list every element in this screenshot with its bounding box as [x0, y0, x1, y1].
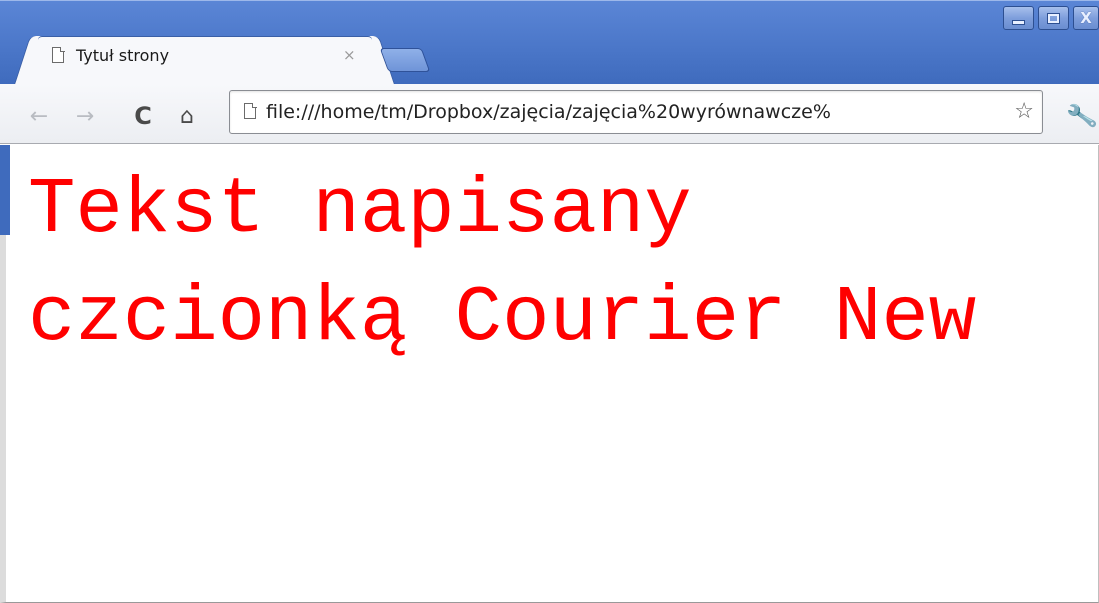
back-button[interactable]: ←	[26, 103, 52, 129]
minimize-icon	[1012, 19, 1025, 25]
tab-title[interactable]: Tytuł strony	[76, 46, 169, 65]
forward-button[interactable]: →	[72, 103, 98, 129]
reload-icon: C	[134, 102, 152, 130]
wrench-icon[interactable]: 🔧	[1065, 100, 1099, 133]
page-icon	[244, 102, 257, 119]
address-bar[interactable]: file:///home/tm/Dropbox/zajęcia/zajęcia%…	[229, 90, 1043, 134]
page-text-line-2: czcionką Courier New	[28, 273, 977, 363]
page-text: Tekst napisany czcionką Courier New	[28, 156, 1088, 372]
home-icon: ⌂	[180, 103, 194, 129]
new-tab-button[interactable]	[379, 48, 431, 72]
page-icon	[52, 46, 65, 63]
minimize-button[interactable]	[1003, 6, 1034, 30]
browser-window: X Tytuł strony × ← → C ⌂ file:///home/tm…	[0, 0, 1099, 603]
close-window-button[interactable]: X	[1073, 6, 1099, 30]
forward-arrow-icon: →	[75, 103, 95, 129]
window-edge	[0, 145, 10, 235]
home-button[interactable]: ⌂	[174, 103, 200, 129]
tab-close-icon[interactable]: ×	[343, 46, 356, 64]
window-controls: X	[1003, 6, 1099, 30]
star-icon[interactable]: ☆	[1014, 99, 1034, 124]
page-text-line-1: Tekst napisany	[28, 165, 692, 255]
close-icon: X	[1080, 9, 1092, 27]
reload-button[interactable]: C	[130, 102, 156, 130]
back-arrow-icon: ←	[29, 103, 49, 129]
maximize-icon	[1048, 13, 1059, 23]
url-text[interactable]: file:///home/tm/Dropbox/zajęcia/zajęcia%…	[266, 101, 1006, 123]
maximize-button[interactable]	[1038, 6, 1069, 30]
